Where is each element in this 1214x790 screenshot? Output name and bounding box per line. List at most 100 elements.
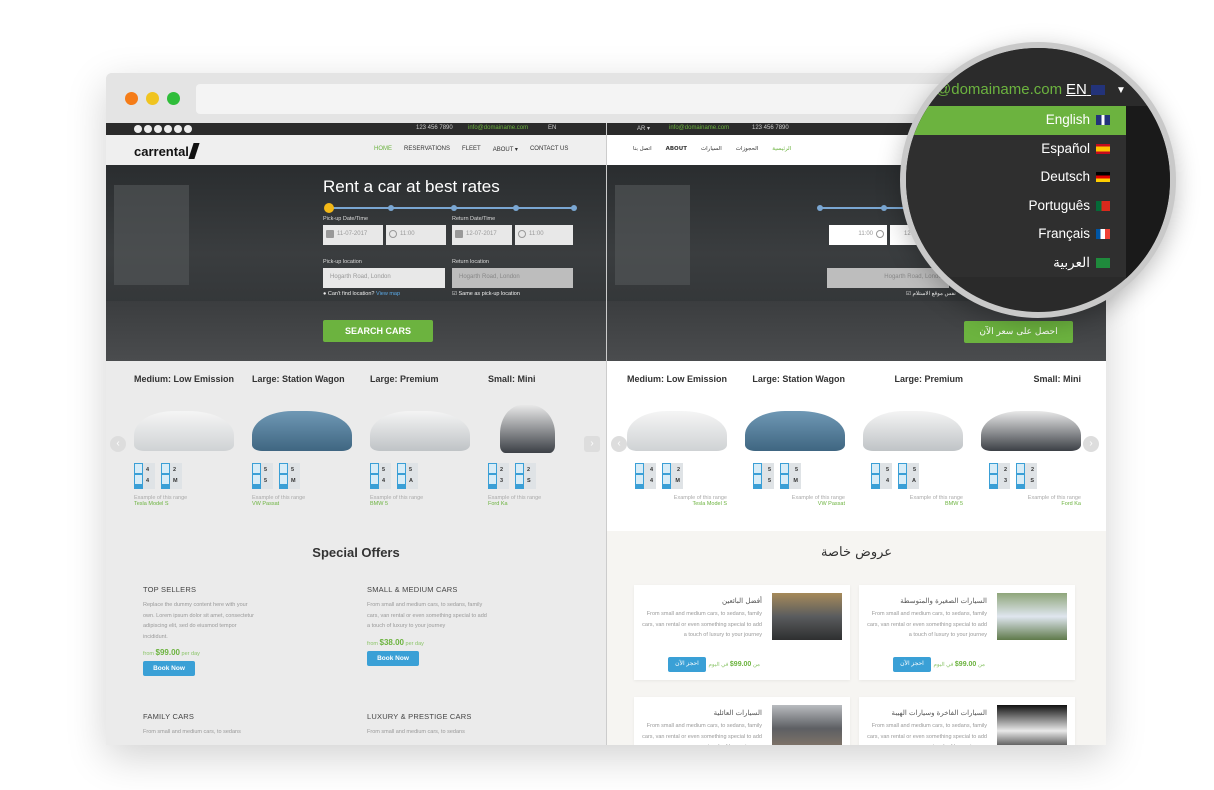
book-now-button[interactable]: احجز الآن bbox=[893, 657, 931, 672]
language-option-german[interactable]: Deutsch bbox=[906, 163, 1126, 192]
car-card[interactable]: Medium: Low Emission 44 2M Example of th… bbox=[627, 373, 727, 507]
nav-contact[interactable]: اتصل بنا bbox=[633, 146, 652, 152]
carousel-prev-arrow[interactable]: ‹ bbox=[110, 436, 126, 452]
step[interactable] bbox=[817, 205, 823, 211]
logo-text: carrental bbox=[134, 144, 189, 159]
google-plus-icon[interactable] bbox=[144, 125, 152, 133]
luggage-icon bbox=[781, 464, 788, 473]
email-link[interactable]: info@domainame.com bbox=[468, 125, 528, 131]
step-1-current[interactable] bbox=[324, 203, 334, 213]
bags-value: 2 bbox=[173, 467, 177, 473]
nav-about[interactable]: ABOUT bbox=[666, 146, 687, 152]
car-specs: 4 4 2 M bbox=[635, 463, 727, 489]
language-option-french[interactable]: Français bbox=[906, 220, 1126, 249]
return-datetime-label: Return Date/Time bbox=[452, 216, 496, 222]
return-location-select[interactable]: Hogarth Road, London bbox=[452, 268, 573, 288]
transmission-value: A bbox=[409, 478, 413, 484]
search-cars-button[interactable]: SEARCH CARS bbox=[323, 320, 433, 342]
offer-card: السيارات الصغيرة والمتوسطة From small an… bbox=[859, 585, 1075, 680]
gearbox-icon bbox=[398, 475, 405, 484]
nav-reservations[interactable]: الحجوزات bbox=[736, 146, 759, 152]
car-card[interactable]: Large: Station Wagon 55 5M Example of th… bbox=[252, 373, 352, 507]
minimize-window-button[interactable] bbox=[146, 92, 159, 105]
car-image bbox=[745, 411, 845, 451]
offer-price: from $38.00 per day bbox=[367, 638, 517, 647]
maximize-window-button[interactable] bbox=[167, 92, 180, 105]
book-now-button[interactable]: Book Now bbox=[367, 650, 419, 666]
return-date-input[interactable]: 12-07-2017 bbox=[452, 225, 512, 245]
language-option-spanish[interactable]: Español bbox=[906, 135, 1126, 164]
portugal-flag-icon bbox=[1096, 200, 1110, 211]
step-2[interactable] bbox=[388, 205, 394, 211]
step-3[interactable] bbox=[451, 205, 457, 211]
book-now-button[interactable]: احجز الآن bbox=[668, 657, 706, 672]
car-model[interactable]: BMW 5 bbox=[863, 501, 963, 507]
pickup-date-input[interactable]: 11-07-2017 bbox=[323, 225, 383, 245]
bags-value: 2 bbox=[676, 467, 680, 473]
offer-card: السيارات الفاخرة وسيارات الهيبة From sma… bbox=[859, 697, 1075, 745]
car-image-tesla bbox=[134, 411, 234, 451]
facebook-icon[interactable] bbox=[134, 125, 142, 133]
nav-home[interactable]: الرئيسية bbox=[772, 146, 791, 152]
instagram-icon[interactable] bbox=[154, 125, 162, 133]
step[interactable] bbox=[881, 205, 887, 211]
site-logo[interactable]: carrental bbox=[134, 143, 200, 159]
close-window-button[interactable] bbox=[125, 92, 138, 105]
car-model[interactable]: Ford Ka bbox=[488, 501, 588, 507]
same-location-checkbox[interactable]: ☑ Same as pick-up location bbox=[452, 291, 520, 297]
language-option-portuguese[interactable]: Português bbox=[906, 192, 1126, 221]
pinterest-icon[interactable] bbox=[174, 125, 182, 133]
car-card[interactable]: Small: Mini 23 2S Example of this range … bbox=[488, 373, 588, 507]
caret-down-icon[interactable]: ▼ bbox=[1116, 85, 1126, 96]
pickup-time-input[interactable]: 11:00 bbox=[386, 225, 446, 245]
clock-icon bbox=[518, 230, 526, 238]
step-5[interactable] bbox=[571, 205, 577, 211]
nav-fleet[interactable]: FLEET bbox=[462, 146, 481, 153]
linkedin-icon[interactable] bbox=[164, 125, 172, 133]
car-card[interactable]: Small: Mini 23 2S Example of this range … bbox=[981, 373, 1081, 507]
doors-value: 5 bbox=[264, 478, 268, 484]
car-model[interactable]: VW Passat bbox=[252, 501, 352, 507]
magnified-email[interactable]: @domainame.com bbox=[936, 81, 1062, 98]
doors-value: 4 bbox=[146, 478, 150, 484]
transmission-value: S bbox=[527, 478, 531, 484]
car-card[interactable]: Medium: Low Emission 44 2M Example of th… bbox=[134, 373, 234, 507]
language-option-arabic[interactable]: العربية bbox=[906, 249, 1126, 278]
luggage-icon bbox=[516, 464, 523, 473]
current-language[interactable]: EN bbox=[1066, 81, 1106, 98]
email-link[interactable]: info@domainame.com bbox=[669, 125, 729, 131]
car-card[interactable]: Large: Station Wagon 55 5M Example of th… bbox=[745, 373, 845, 507]
nav-fleet[interactable]: السيارات bbox=[701, 146, 722, 152]
language-dropdown-magnifier: @domainame.com EN ▼ English Español Deut… bbox=[900, 42, 1176, 318]
nav-about[interactable]: ABOUT ▾ bbox=[493, 146, 518, 153]
nav-contact[interactable]: CONTACT US bbox=[530, 146, 568, 153]
car-card[interactable]: Large: Premium 54 5A Example of this ran… bbox=[370, 373, 470, 507]
get-quote-button[interactable]: احصل على سعر الآن bbox=[964, 321, 1073, 343]
language-selector[interactable]: AR ▾ bbox=[637, 125, 650, 132]
language-label: Español bbox=[1041, 140, 1090, 156]
language-option-english[interactable]: English bbox=[906, 106, 1126, 135]
door-icon bbox=[489, 475, 496, 484]
return-time-input[interactable]: 11:00 bbox=[515, 225, 573, 245]
tumblr-icon[interactable] bbox=[184, 125, 192, 133]
car-card[interactable]: Large: Premium 54 5A Example of this ran… bbox=[863, 373, 963, 507]
car-model[interactable]: Ford Ka bbox=[981, 501, 1081, 507]
nav-home[interactable]: HOME bbox=[374, 146, 392, 153]
carousel-next-arrow[interactable]: › bbox=[584, 436, 600, 452]
view-map-link[interactable]: View map bbox=[376, 291, 400, 297]
carousel-prev-arrow[interactable]: ‹ bbox=[611, 436, 627, 452]
car-model[interactable]: BMW 5 bbox=[370, 501, 470, 507]
carousel-next-arrow[interactable]: › bbox=[1083, 436, 1099, 452]
book-now-button[interactable]: Book Now bbox=[143, 661, 195, 676]
language-selector[interactable]: EN bbox=[548, 125, 556, 131]
passenger-icon bbox=[636, 464, 643, 473]
nav-reservations[interactable]: RESERVATIONS bbox=[404, 146, 450, 153]
step-4[interactable] bbox=[513, 205, 519, 211]
time-input[interactable]: 11:00 bbox=[829, 225, 887, 245]
car-model[interactable]: VW Passat bbox=[745, 501, 845, 507]
return-date-value: 12-07-2017 bbox=[466, 231, 497, 237]
car-model[interactable]: Tesla Model S bbox=[134, 501, 234, 507]
pickup-location-select[interactable]: Hogarth Road, London bbox=[323, 268, 445, 288]
car-model[interactable]: Tesla Model S bbox=[627, 501, 727, 507]
passenger-icon bbox=[872, 464, 879, 473]
